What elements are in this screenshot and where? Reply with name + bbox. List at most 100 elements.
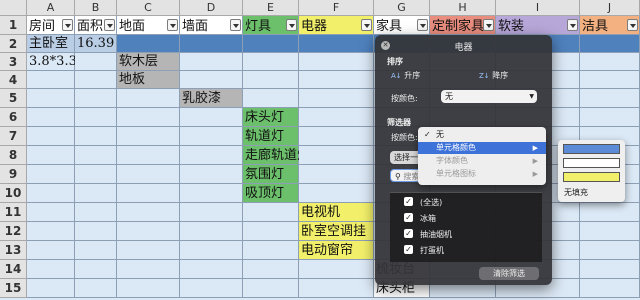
header-cell-d[interactable]: 墙面	[180, 16, 243, 35]
cell-f2[interactable]	[299, 35, 374, 53]
cell-f6[interactable]	[299, 108, 374, 127]
cell-c13[interactable]	[117, 241, 180, 260]
header-cell-b[interactable]: 面积	[75, 16, 117, 35]
cell-d13[interactable]	[180, 241, 243, 260]
cell-c3[interactable]: 软木层	[117, 53, 180, 71]
cell-d14[interactable]	[180, 260, 243, 279]
cell-e11[interactable]	[243, 203, 299, 222]
cell-e5[interactable]	[243, 89, 299, 108]
cell-a8[interactable]	[27, 146, 75, 165]
filter-dropdown-icon[interactable]	[167, 19, 178, 31]
row-header-8[interactable]: 8	[0, 146, 27, 165]
sort-color-select[interactable]: 无 ▼	[441, 90, 537, 103]
cell-a9[interactable]	[27, 165, 75, 184]
row-header-5[interactable]: 5	[0, 89, 27, 108]
cell-f13[interactable]: 电动窗帘	[299, 241, 374, 260]
cell-j5[interactable]	[580, 89, 640, 108]
filter-dropdown-icon[interactable]	[417, 19, 428, 31]
cell-c4[interactable]: 地板	[117, 71, 180, 89]
cell-e13[interactable]	[243, 241, 299, 260]
column-header-g[interactable]: G	[374, 0, 430, 16]
column-header-c[interactable]: C	[117, 0, 180, 16]
cell-c2[interactable]	[117, 35, 180, 53]
column-header-e[interactable]: E	[243, 0, 299, 16]
header-cell-j[interactable]: 洁具	[580, 16, 640, 35]
cell-d8[interactable]	[180, 146, 243, 165]
cell-a14[interactable]	[27, 260, 75, 279]
cell-f5[interactable]	[299, 89, 374, 108]
row-header-13[interactable]: 13	[0, 241, 27, 260]
header-cell-g[interactable]: 家具	[374, 16, 430, 35]
cell-a15[interactable]	[27, 279, 75, 298]
cell-b8[interactable]	[75, 146, 117, 165]
column-header-d[interactable]: D	[180, 0, 243, 16]
cell-f14[interactable]	[299, 260, 374, 279]
column-header-j[interactable]: J	[580, 0, 640, 16]
cell-a6[interactable]	[27, 108, 75, 127]
cell-c12[interactable]	[117, 222, 180, 241]
cell-d10[interactable]	[180, 184, 243, 203]
cell-c6[interactable]	[117, 108, 180, 127]
select-all-corner[interactable]	[0, 0, 27, 16]
cell-e4[interactable]	[243, 71, 299, 89]
cell-a5[interactable]	[27, 89, 75, 108]
column-header-f[interactable]: F	[299, 0, 374, 16]
cell-f15[interactable]	[299, 279, 374, 298]
cell-d9[interactable]	[180, 165, 243, 184]
cell-d5[interactable]: 乳胶漆	[180, 89, 243, 108]
cell-b15[interactable]	[75, 279, 117, 298]
cell-e12[interactable]	[243, 222, 299, 241]
filter-dropdown-icon[interactable]	[62, 19, 73, 31]
cell-f9[interactable]	[299, 165, 374, 184]
cell-b13[interactable]	[75, 241, 117, 260]
cell-b2[interactable]: 16.39	[75, 35, 117, 53]
cell-d12[interactable]	[180, 222, 243, 241]
checkbox-item[interactable]: ✓	[404, 245, 413, 254]
cell-a11[interactable]	[27, 203, 75, 222]
row-header-9[interactable]: 9	[0, 165, 27, 184]
cell-f11[interactable]: 电视机	[299, 203, 374, 222]
row-header-4[interactable]: 4	[0, 71, 27, 89]
header-cell-f[interactable]: 电器	[299, 16, 374, 35]
cell-e14[interactable]	[243, 260, 299, 279]
header-cell-i[interactable]: 软装	[496, 16, 580, 35]
cell-c8[interactable]	[117, 146, 180, 165]
cell-b3[interactable]	[75, 53, 117, 71]
sort-descending-button[interactable]: Z↓ 降序	[479, 70, 508, 81]
cell-f10[interactable]	[299, 184, 374, 203]
cell-j3[interactable]	[580, 53, 640, 71]
cell-b12[interactable]	[75, 222, 117, 241]
cell-j12[interactable]	[580, 222, 640, 241]
cell-a10[interactable]	[27, 184, 75, 203]
cell-c7[interactable]	[117, 127, 180, 146]
cell-j11[interactable]	[580, 203, 640, 222]
header-cell-e[interactable]: 灯具	[243, 16, 299, 35]
cell-d11[interactable]	[180, 203, 243, 222]
header-cell-h[interactable]: 定制家具	[430, 16, 496, 35]
cell-j2[interactable]	[580, 35, 640, 53]
cell-j14[interactable]	[580, 260, 640, 279]
cell-a13[interactable]	[27, 241, 75, 260]
cell-j15[interactable]	[580, 279, 640, 298]
row-header-6[interactable]: 6	[0, 108, 27, 127]
menu-item-none[interactable]: ✓ 无	[418, 129, 546, 141]
cell-d2[interactable]	[180, 35, 243, 53]
cell-d6[interactable]	[180, 108, 243, 127]
color-swatch-yellow[interactable]	[563, 172, 620, 182]
cell-d15[interactable]	[180, 279, 243, 298]
cell-f4[interactable]	[299, 71, 374, 89]
filter-dropdown-icon[interactable]	[627, 19, 638, 31]
color-swatch-blue[interactable]	[563, 144, 620, 154]
cell-j4[interactable]	[580, 71, 640, 89]
header-cell-a[interactable]: 房间	[27, 16, 75, 35]
cell-e10[interactable]: 吸顶灯	[243, 184, 299, 203]
cell-a3[interactable]: 3.8*3.3+1.1*	[27, 53, 115, 71]
cell-f7[interactable]	[299, 127, 374, 146]
filter-dropdown-icon[interactable]	[483, 19, 494, 31]
cell-f3[interactable]	[299, 53, 374, 71]
filter-dropdown-icon[interactable]	[567, 19, 578, 31]
row-header-15[interactable]: 15	[0, 279, 27, 298]
cell-b5[interactable]	[75, 89, 117, 108]
row-header-3[interactable]: 3	[0, 53, 27, 71]
no-fill-option[interactable]: 无填充	[564, 187, 588, 198]
